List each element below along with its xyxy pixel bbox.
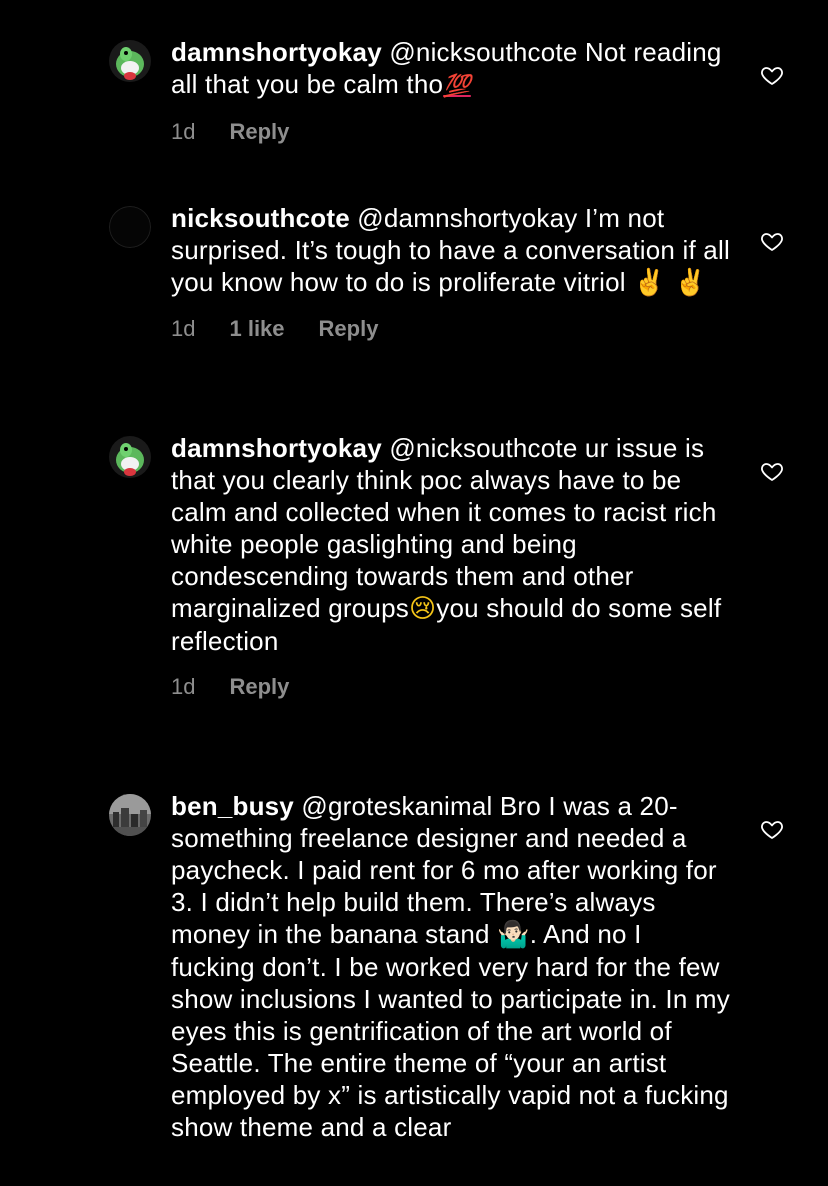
reply-button[interactable]: Reply	[229, 671, 289, 703]
timestamp: 1d	[171, 674, 196, 699]
avatar[interactable]	[109, 794, 151, 836]
crying-face-emoji: 😢	[408, 594, 437, 624]
comment-body: nicksouthcote @damnshortyokay I’m not su…	[171, 202, 731, 345]
mention[interactable]: @nicksouthcote	[389, 37, 577, 67]
avatar[interactable]	[109, 436, 151, 478]
comment-body: ben_busy @groteskanimal Bro I was a 20-s…	[171, 790, 731, 1143]
username[interactable]: damnshortyokay	[171, 37, 382, 67]
victory-hand-emoji: ✌️ ✌️	[633, 268, 707, 298]
comment-text-part: . And no I fucking don’t. I be worked ve…	[171, 919, 730, 1142]
like-count[interactable]: 1 like	[229, 313, 284, 345]
mention[interactable]: @nicksouthcote	[389, 433, 577, 463]
shrug-emoji: 🤷🏻‍♂️	[497, 920, 530, 950]
timestamp: 1d	[171, 119, 196, 144]
heart-outline-icon[interactable]	[760, 459, 784, 483]
avatar[interactable]	[109, 40, 151, 82]
comment-text: ben_busy @groteskanimal Bro I was a 20-s…	[171, 790, 731, 1143]
comment-meta: 1d Reply	[171, 671, 731, 703]
mention[interactable]: @damnshortyokay	[357, 203, 577, 233]
comment-text: nicksouthcote @damnshortyokay I’m not su…	[171, 202, 731, 299]
timestamp: 1d	[171, 316, 196, 341]
comment-text: damnshortyokay @nicksouthcote Not readin…	[171, 36, 731, 102]
comment-text: damnshortyokay @nicksouthcote ur issue i…	[171, 432, 731, 657]
dark-avatar-icon	[109, 206, 151, 248]
heart-outline-icon[interactable]	[760, 229, 784, 253]
comment-meta: 1d 1 like Reply	[171, 313, 731, 345]
username[interactable]: damnshortyokay	[171, 433, 382, 463]
yoshi-avatar-icon	[109, 40, 151, 82]
heart-outline-icon[interactable]	[760, 63, 784, 87]
reply-button[interactable]: Reply	[319, 313, 379, 345]
comment-body: damnshortyokay @nicksouthcote Not readin…	[171, 36, 731, 148]
comment-meta: 1d Reply	[171, 116, 731, 148]
comment-body: damnshortyokay @nicksouthcote ur issue i…	[171, 432, 731, 703]
photo-avatar-icon	[109, 794, 151, 836]
username[interactable]: nicksouthcote	[171, 203, 350, 233]
mention[interactable]: @groteskanimal	[301, 791, 492, 821]
yoshi-avatar-icon	[109, 436, 151, 478]
heart-outline-icon[interactable]	[760, 817, 784, 841]
avatar[interactable]	[109, 206, 151, 248]
username[interactable]: ben_busy	[171, 791, 294, 821]
reply-button[interactable]: Reply	[229, 116, 289, 148]
hundred-emoji: 💯	[443, 73, 471, 98]
